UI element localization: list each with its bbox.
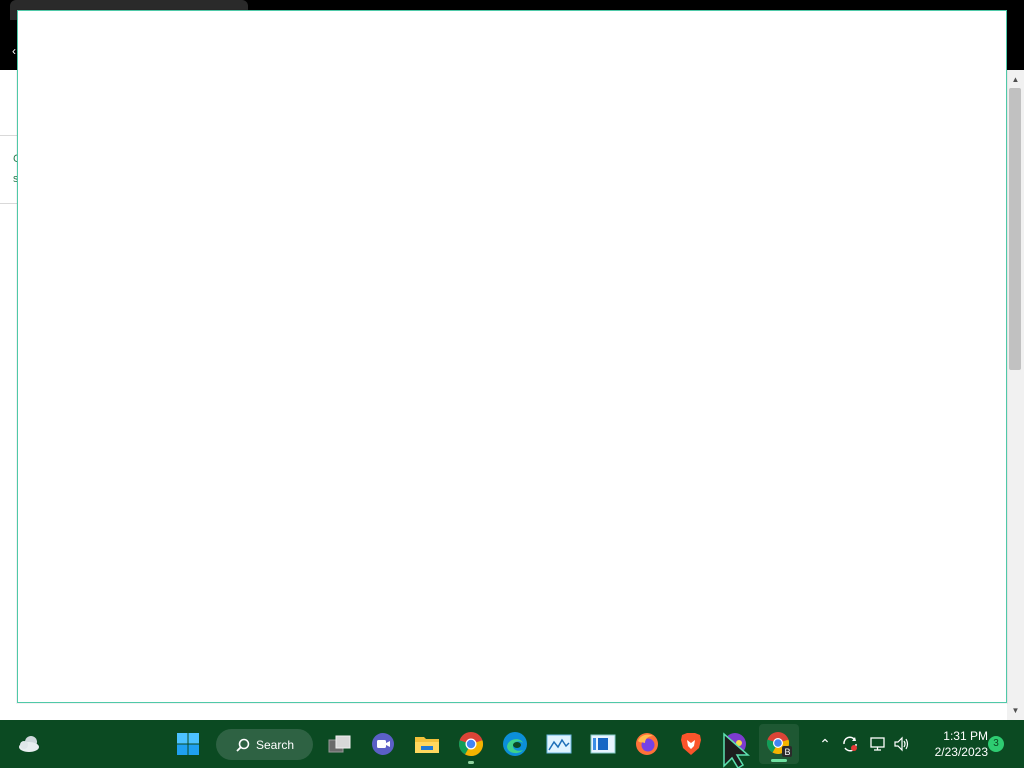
blank-dialog-window[interactable]	[17, 10, 1007, 703]
display-network-icon[interactable]	[869, 735, 887, 753]
clock-time: 1:31 PM	[943, 729, 988, 743]
mouse-cursor-icon	[723, 732, 750, 768]
task-view-button[interactable]	[326, 730, 354, 758]
taskbar-clock[interactable]: 1:31 PM 2/23/2023	[918, 728, 988, 760]
volume-icon[interactable]	[893, 735, 911, 753]
film-strip-icon	[590, 734, 616, 754]
back-icon[interactable]: ‹	[12, 44, 16, 58]
start-button[interactable]	[174, 730, 202, 758]
cloud-icon	[19, 736, 39, 752]
folder-icon	[415, 737, 439, 753]
profile-badge: B	[785, 747, 791, 757]
search-icon	[236, 738, 250, 752]
search-label: Search	[256, 737, 295, 752]
media-app-button[interactable]	[589, 730, 617, 758]
scrollbar-thumb[interactable]	[1009, 88, 1021, 370]
show-hidden-icons-chevron-icon[interactable]: ⌃	[816, 735, 834, 753]
brave-button[interactable]	[677, 730, 705, 758]
chart-image-icon	[546, 734, 572, 754]
edge-button[interactable]	[501, 730, 529, 758]
desktop: ‹ C s ▲ ▼ Search	[0, 0, 1024, 768]
chrome-icon	[458, 732, 484, 757]
weather-widget[interactable]	[15, 730, 43, 758]
video-camera-icon	[372, 733, 394, 755]
clock-date: 2/23/2023	[934, 745, 988, 759]
firefox-button[interactable]	[633, 730, 661, 758]
edge-icon	[503, 732, 527, 756]
scroll-down-icon[interactable]: ▼	[1007, 703, 1024, 719]
firefox-icon	[636, 733, 658, 755]
photos-button[interactable]	[545, 730, 573, 758]
teams-chat-button[interactable]	[369, 730, 397, 758]
notification-badge[interactable]: 3	[988, 736, 1004, 752]
brave-lion-icon	[681, 733, 701, 755]
windows-logo-icon	[177, 733, 199, 755]
task-view-icon	[328, 735, 351, 753]
chrome-profile-button[interactable]: B	[759, 724, 799, 764]
chrome-profile-icon: B	[766, 732, 792, 757]
sync-icon[interactable]	[841, 735, 859, 753]
file-explorer-button[interactable]	[413, 730, 441, 758]
scroll-up-icon[interactable]: ▲	[1007, 72, 1024, 88]
taskbar-search-button[interactable]: Search	[216, 729, 313, 760]
chrome-button[interactable]	[457, 730, 485, 758]
